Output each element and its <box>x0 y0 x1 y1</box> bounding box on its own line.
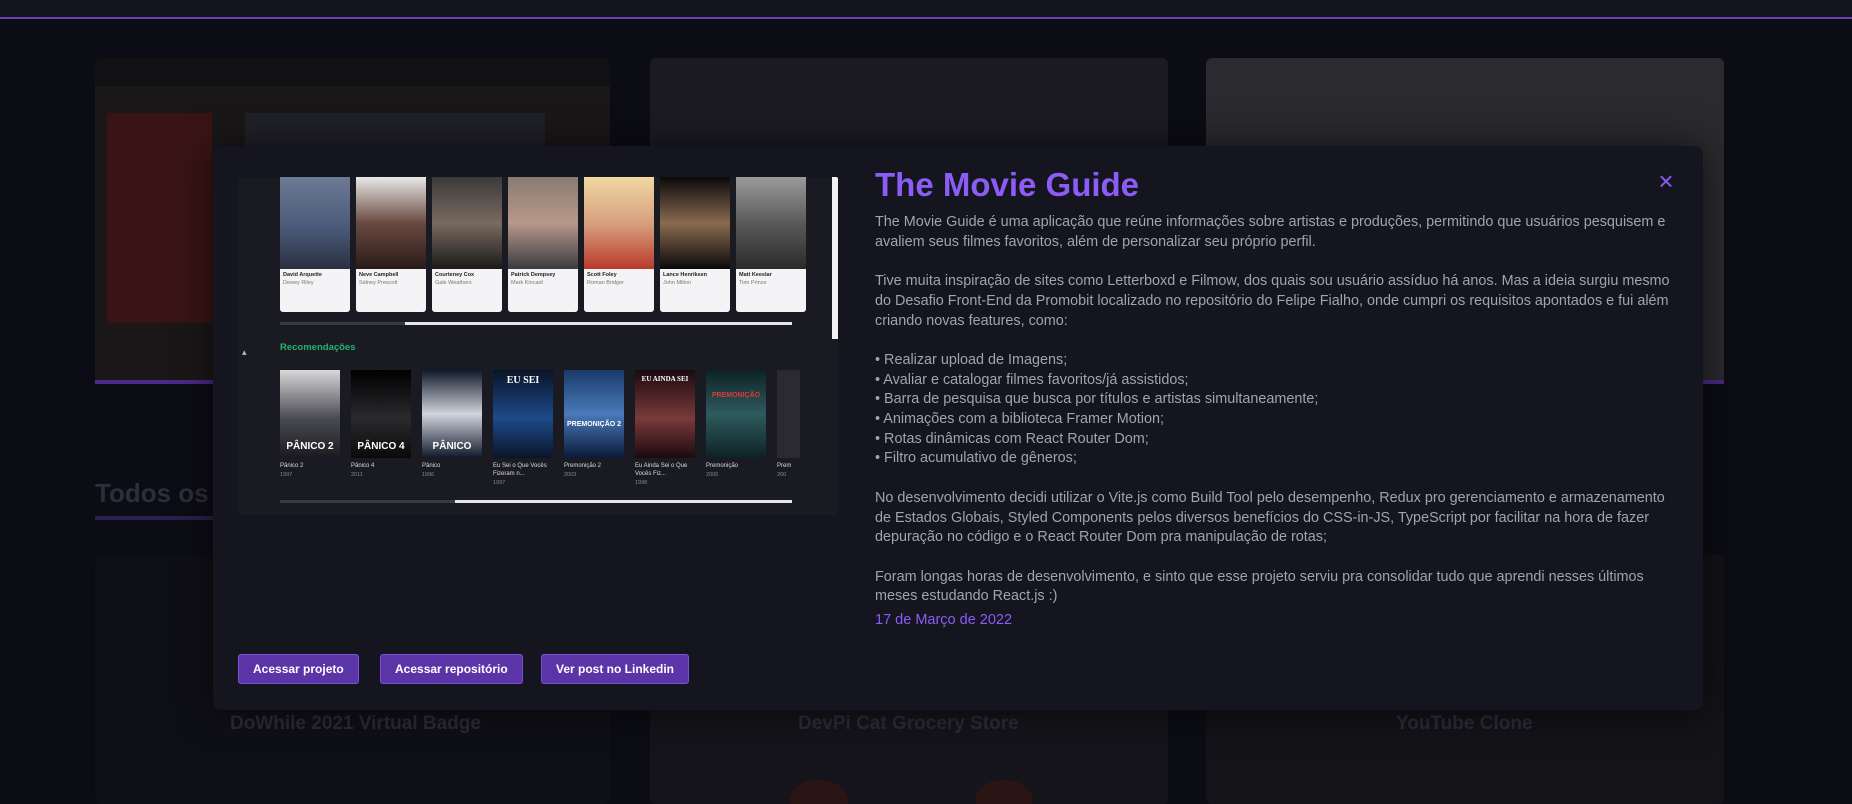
recommendation-year: 1997 <box>493 479 506 486</box>
linkedin-post-button[interactable]: Ver post no Linkedin <box>541 654 690 684</box>
project-date: 17 de Março de 2022 <box>875 612 1013 628</box>
recommendation-card: PREMONIÇÃO Premonição 2000 <box>706 370 766 478</box>
cast-name: David Arquette <box>283 272 322 278</box>
feature-item: Rotas dinâmicas com React Router Dom; <box>875 430 1680 450</box>
recommendation-poster: EU SEI <box>493 370 553 458</box>
access-project-button[interactable]: Acessar projeto <box>238 654 359 684</box>
cast-photo <box>280 177 350 269</box>
recommendation-poster: PÂNICO <box>422 370 482 458</box>
cast-photo <box>660 177 730 269</box>
project-preview-image: ▴ David Arquette Dewey Riley Neve Campbe… <box>238 177 838 515</box>
recommendation-poster: PÂNICO 2 <box>280 370 340 458</box>
recommendation-poster: PREMONIÇÃO <box>706 370 766 458</box>
cast-card: David Arquette Dewey Riley <box>280 177 350 312</box>
cast-card: Scott Foley Roman Bridger <box>584 177 654 312</box>
cast-card: Lance Henriksen John Milton <box>660 177 730 312</box>
recommendation-year: 200 <box>777 471 787 478</box>
recommendation-name: Pânico 4 <box>351 463 375 469</box>
recommendation-year: 1997 <box>280 471 293 478</box>
features-list: Realizar upload de Imagens; Avaliar e ca… <box>875 351 1680 469</box>
cast-role: Tom Prinze <box>739 280 767 286</box>
recommendation-year: 1996 <box>422 471 435 478</box>
access-repository-button[interactable]: Acessar repositório <box>380 654 523 684</box>
project-modal: ▴ David Arquette Dewey Riley Neve Campbe… <box>213 146 1703 710</box>
recommendation-card: EU AINDA SEI Eu Ainda Sei o Que Vocês Fi… <box>635 370 695 486</box>
modal-title: The Movie Guide <box>875 166 1140 203</box>
feature-item: Filtro acumulativo de gêneros; <box>875 449 1680 469</box>
card-strip <box>95 58 610 86</box>
cursor-icon: ▴ <box>242 347 247 357</box>
recommendation-name: Pânico 2 <box>280 463 304 469</box>
recommendations-title: Recomendações <box>280 342 356 353</box>
recommendation-card: Prem 200 <box>777 370 800 478</box>
project-description: The Movie Guide é uma aplicação que reún… <box>875 213 1680 607</box>
feature-item: Barra de pesquisa que busca por títulos … <box>875 390 1680 410</box>
site-header <box>0 0 1852 19</box>
card-title: DoWhile 2021 Virtual Badge <box>230 713 481 734</box>
cast-photo <box>584 177 654 269</box>
card-poster <box>107 113 212 323</box>
recommendation-card: PÂNICO 2 Pânico 2 1997 <box>280 370 340 478</box>
recommendation-card: PÂNICO 4 Pânico 4 2011 <box>351 370 411 478</box>
cast-name: Lance Henriksen <box>663 272 708 278</box>
recommendation-card: PÂNICO Pânico 1996 <box>422 370 482 478</box>
recommendation-name: Eu Ainda Sei o Que Vocês Fiz... <box>635 463 688 477</box>
cast-role: Gale Weathers <box>435 280 472 286</box>
description-paragraph: The Movie Guide é uma aplicação que reún… <box>875 214 1666 250</box>
description-paragraph: Tive muita inspiração de sites como Lett… <box>875 273 1670 329</box>
recommendation-card: EU SEI Eu Sei o Que Vocês Fizeram n... 1… <box>493 370 553 486</box>
cast-photo <box>736 177 806 269</box>
description-paragraph: No desenvolvimento decidi utilizar o Vit… <box>875 489 1665 546</box>
cast-role: John Milton <box>663 280 692 286</box>
recommendations-scrollbar[interactable] <box>280 500 792 503</box>
card-title: YouTube Clone <box>1396 713 1533 734</box>
scroll-thumb[interactable] <box>405 322 792 325</box>
cast-name: Patrick Dempsey <box>511 272 556 278</box>
cast-card: Matt Keeslar Tom Prinze <box>736 177 806 312</box>
recommendation-poster <box>777 370 800 458</box>
cast-photo <box>508 177 578 269</box>
feature-item: Realizar upload de Imagens; <box>875 351 1680 371</box>
cast-photo <box>356 177 426 269</box>
cast-list: David Arquette Dewey Riley Neve Campbell… <box>280 177 806 312</box>
card-title: DevPi Cat Grocery Store <box>798 713 1019 734</box>
description-paragraph: Foram longas horas de desenvolvimento, e… <box>875 568 1644 605</box>
recommendation-card: PREMONIÇÃO 2 Premonição 2 2003 <box>564 370 624 478</box>
recommendation-year: 2011 <box>351 471 363 478</box>
cast-name: Matt Keeslar <box>739 272 772 278</box>
cast-scrollbar[interactable] <box>280 322 792 325</box>
recommendation-name: Eu Sei o Que Vocês Fizeram n... <box>493 463 547 477</box>
cast-card: Neve Campbell Sidney Prescott <box>356 177 426 312</box>
recommendation-year: 2000 <box>706 471 719 478</box>
section-title: Todos os p <box>95 478 232 508</box>
feature-item: Animações com a biblioteca Framer Motion… <box>875 410 1680 430</box>
cast-card: Courteney Cox Gale Weathers <box>432 177 502 312</box>
close-icon[interactable]: × <box>1653 168 1679 194</box>
cast-photo <box>432 177 502 269</box>
recommendation-name: Premonição 2 <box>564 463 602 469</box>
recommendation-year: 2003 <box>564 471 577 478</box>
cast-role: Roman Bridger <box>587 280 624 286</box>
cast-name: Courteney Cox <box>435 272 475 278</box>
recommendation-poster: PREMONIÇÃO 2 <box>564 370 624 458</box>
recommendation-year: 1998 <box>635 479 648 486</box>
cast-name: Neve Campbell <box>359 272 399 278</box>
recommendation-poster: EU AINDA SEI <box>635 370 695 458</box>
cast-role: Mark Kincaid <box>511 280 543 286</box>
recommendation-name: Premonição <box>706 463 739 469</box>
recommendation-poster: PÂNICO 4 <box>351 370 411 458</box>
cast-card: Patrick Dempsey Mark Kincaid <box>508 177 578 312</box>
recommendation-name: Pânico <box>422 463 441 469</box>
recommendations-list: PÂNICO 2 Pânico 2 1997 PÂNICO 4 Pânico 4… <box>280 370 800 500</box>
cast-name: Scott Foley <box>587 272 617 278</box>
feature-item: Avaliar e catalogar filmes favoritos/já … <box>875 371 1680 391</box>
scroll-thumb[interactable] <box>455 500 792 503</box>
section-title-underline <box>95 516 215 520</box>
cast-role: Dewey Riley <box>283 280 314 286</box>
cast-role: Sidney Prescott <box>359 280 398 286</box>
vertical-scrollbar[interactable] <box>832 177 838 339</box>
recommendation-name: Prem <box>777 463 792 469</box>
